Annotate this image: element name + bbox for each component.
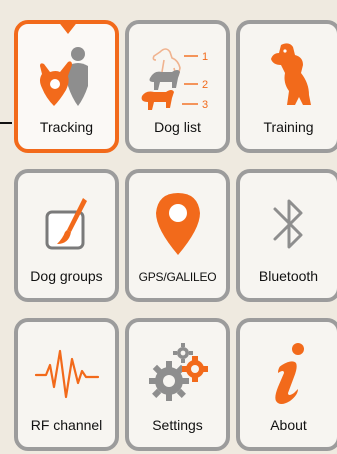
info-icon: [240, 336, 337, 410]
main-menu-screen: Tracking 1 2 3 Dog list Training Dog gro…: [0, 0, 337, 454]
settings-tile[interactable]: Settings: [125, 318, 230, 451]
rf-channel-label: RF channel: [30, 417, 103, 433]
tracking-dog-pin-icon: [18, 38, 115, 112]
dog-list-label: Dog list: [154, 119, 201, 135]
dog-list-number-1: 1: [202, 51, 208, 63]
bluetooth-tile[interactable]: Bluetooth: [236, 169, 337, 302]
training-label: Training: [263, 119, 314, 135]
dog-list-tile[interactable]: 1 2 3 Dog list: [125, 20, 230, 153]
bluetooth-icon: [240, 187, 337, 261]
settings-label: Settings: [152, 417, 203, 433]
dog-groups-label: Dog groups: [30, 268, 103, 284]
gears-icon: [129, 336, 226, 410]
rf-channel-tile[interactable]: RF channel: [14, 318, 119, 451]
about-tile[interactable]: About: [236, 318, 337, 451]
bluetooth-label: Bluetooth: [258, 268, 319, 284]
tracking-tile[interactable]: Tracking: [14, 20, 119, 153]
dog-list-number-2: 2: [202, 79, 208, 91]
tracking-label: Tracking: [39, 119, 94, 135]
active-indicator-triangle-icon: [57, 20, 79, 34]
gps-galileo-tile[interactable]: GPS/GALILEO: [125, 169, 230, 302]
about-label: About: [270, 417, 307, 433]
brush-icon: [18, 187, 115, 261]
waveform-icon: [18, 336, 115, 410]
left-edge-divider: [0, 122, 12, 124]
location-pin-icon: [129, 187, 226, 261]
gps-galileo-label: GPS/GALILEO: [138, 270, 217, 284]
dog-list-icon: 1 2 3: [129, 38, 226, 112]
dog-groups-tile[interactable]: Dog groups: [14, 169, 119, 302]
training-tile[interactable]: Training: [236, 20, 337, 153]
sitting-dog-icon: [240, 38, 337, 112]
dog-list-number-3: 3: [202, 99, 208, 111]
